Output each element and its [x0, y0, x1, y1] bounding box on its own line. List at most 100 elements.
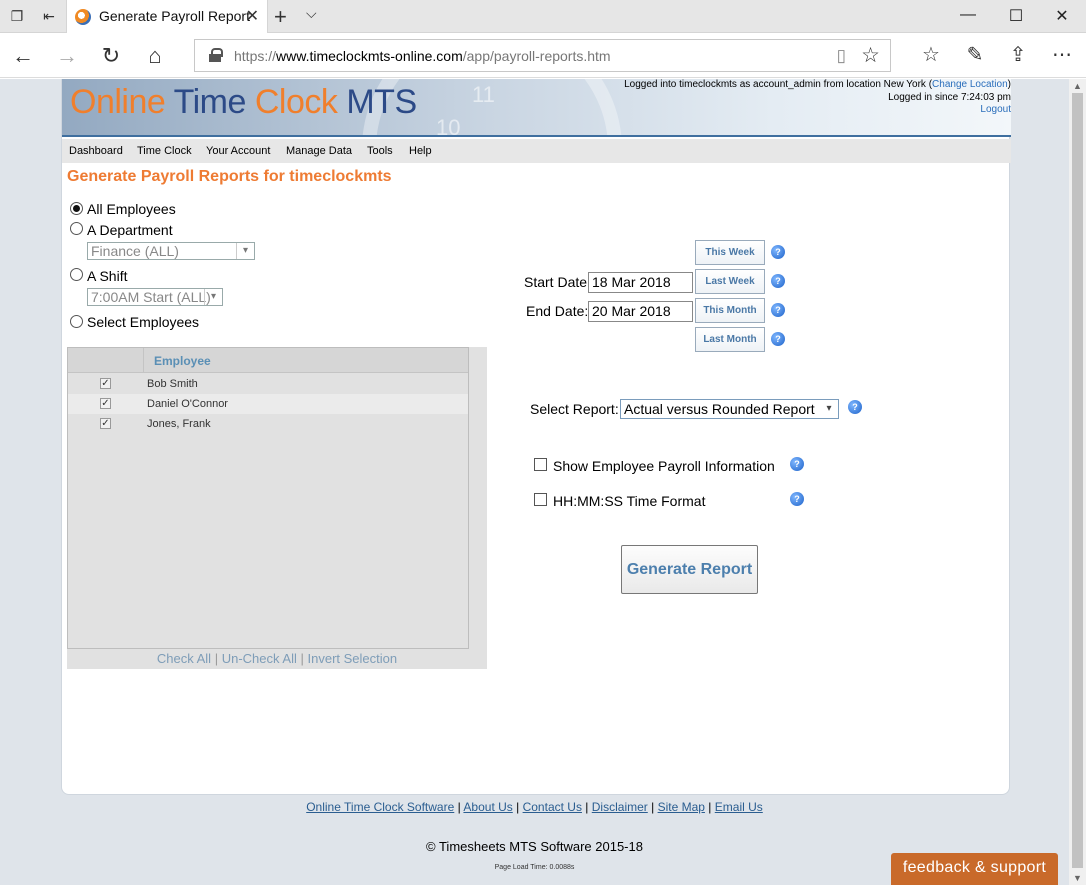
shift-select[interactable]: 7:00AM Start (ALL) ▾ — [87, 288, 223, 306]
site-logo[interactable]: Online Time Clock MTS — [70, 83, 417, 122]
radio-select-employees[interactable] — [70, 315, 83, 328]
footer-link-about[interactable]: About Us — [463, 800, 512, 814]
menu-dashboard[interactable]: Dashboard — [69, 145, 123, 157]
employee-name: Daniel O'Connor — [147, 398, 228, 410]
row-checkbox[interactable]: ✓ — [100, 378, 111, 389]
chevron-down-icon: ▾ — [826, 403, 832, 414]
uncheck-all-link[interactable]: Un-Check All — [222, 651, 297, 666]
department-select[interactable]: Finance (ALL) ▾ — [87, 242, 255, 260]
share-icon[interactable]: ⇪ — [1003, 42, 1033, 67]
employee-name: Jones, Frank — [147, 418, 211, 430]
row-checkbox[interactable]: ✓ — [100, 418, 111, 429]
tab-title: Generate Payroll Report — [99, 8, 250, 24]
reading-view-icon[interactable]: ▯ — [837, 46, 846, 66]
start-date-input[interactable]: 18 Mar 2018 — [588, 272, 693, 293]
site-favicon-icon — [75, 9, 91, 25]
employee-name: Bob Smith — [147, 378, 198, 390]
tab-close-icon[interactable]: ✕ — [246, 6, 259, 26]
label-select-employees: Select Employees — [87, 314, 200, 330]
page-title: Generate Payroll Reports for timeclockmt… — [67, 168, 392, 185]
favorites-hub-icon[interactable]: ☆ — [916, 42, 946, 67]
menu-your-account[interactable]: Your Account — [206, 145, 270, 157]
row-checkbox[interactable]: ✓ — [100, 398, 111, 409]
browser-address-bar: ← → ↻ ⌂ https://www.timeclockmts-online.… — [0, 33, 1086, 78]
end-date-input[interactable]: 20 Mar 2018 — [588, 301, 693, 322]
last-month-button[interactable]: Last Month — [695, 327, 765, 352]
start-date-label: Start Date: — [524, 274, 591, 290]
label-shift: A Shift — [87, 268, 128, 284]
help-icon[interactable]: ? — [771, 274, 785, 288]
url-text: https://www.timeclockmts-online.com/app/… — [234, 48, 611, 64]
refresh-icon[interactable]: ↻ — [96, 42, 126, 70]
menu-tools[interactable]: Tools — [367, 145, 393, 157]
web-notes-icon[interactable]: ✎ — [960, 42, 990, 67]
help-icon[interactable]: ? — [848, 400, 862, 414]
table-row[interactable]: ✓ Jones, Frank — [68, 414, 468, 434]
login-info: Logged into timeclockmts as account_admi… — [624, 79, 1011, 117]
radio-all-employees[interactable] — [70, 202, 83, 215]
help-icon[interactable]: ? — [771, 332, 785, 346]
footer-link-email[interactable]: Email Us — [715, 800, 763, 814]
report-select[interactable]: Actual versus Rounded Report ▾ — [620, 399, 839, 419]
home-icon[interactable]: ⌂ — [140, 42, 170, 70]
grid-header: Employee — [68, 348, 468, 373]
more-icon[interactable]: ⋯ — [1047, 42, 1077, 67]
this-month-button[interactable]: This Month — [695, 298, 765, 323]
this-week-button[interactable]: This Week — [695, 240, 765, 265]
browser-tab-bar: ❐ ⇤ Generate Payroll Report ✕ + ⌵ — ☐ ✕ — [0, 0, 1086, 33]
check-all-link[interactable]: Check All — [157, 651, 211, 666]
page-viewport: 11 10 Online Time Clock MTS Logged into … — [0, 79, 1069, 885]
footer-link-contact[interactable]: Contact Us — [523, 800, 582, 814]
footer-links: Online Time Clock Software | About Us | … — [306, 800, 763, 814]
grid-header-employee[interactable]: Employee — [154, 354, 211, 368]
browser-tab-active[interactable]: Generate Payroll Report ✕ — [66, 0, 268, 33]
label-department: A Department — [87, 222, 173, 238]
show-payroll-info-label: Show Employee Payroll Information — [553, 458, 775, 474]
forward-icon[interactable]: → — [52, 42, 82, 70]
menu-help[interactable]: Help — [409, 145, 432, 157]
employee-grid: Employee ✓ Bob Smith ✓ Daniel O'Connor ✓… — [67, 347, 469, 649]
footer-link-disclaimer[interactable]: Disclaimer — [592, 800, 648, 814]
invert-selection-link[interactable]: Invert Selection — [308, 651, 398, 666]
back-icon[interactable]: ← — [8, 42, 38, 70]
menu-time-clock[interactable]: Time Clock — [137, 145, 192, 157]
logout-link[interactable]: Logout — [624, 104, 1011, 117]
scrollbar-thumb[interactable] — [1072, 93, 1083, 868]
label-all-employees: All Employees — [87, 201, 176, 217]
generate-report-button[interactable]: Generate Report — [621, 545, 758, 594]
copyright: © Timesheets MTS Software 2015-18 — [426, 839, 643, 854]
feedback-support-button[interactable]: feedback & support — [891, 853, 1058, 885]
table-row[interactable]: ✓ Daniel O'Connor — [68, 394, 468, 414]
show-payroll-info-checkbox[interactable] — [534, 458, 547, 471]
new-tab-icon[interactable]: + — [274, 4, 287, 30]
favorite-star-icon[interactable]: ☆ — [861, 43, 880, 68]
window-close-icon[interactable]: ✕ — [1052, 6, 1072, 26]
menu-manage-data[interactable]: Manage Data — [286, 145, 352, 157]
help-icon[interactable]: ? — [771, 245, 785, 259]
footer-link-software[interactable]: Online Time Clock Software — [306, 800, 454, 814]
scroll-down-icon[interactable]: ▼ — [1073, 873, 1082, 883]
maximize-icon[interactable]: ☐ — [1006, 6, 1026, 26]
employee-grid-panel: Employee ✓ Bob Smith ✓ Daniel O'Connor ✓… — [67, 347, 487, 669]
set-tabs-aside-icon[interactable]: ⇤ — [40, 8, 58, 24]
table-row[interactable]: ✓ Bob Smith — [68, 374, 468, 394]
help-icon[interactable]: ? — [771, 303, 785, 317]
radio-shift[interactable] — [70, 268, 83, 281]
scroll-up-icon[interactable]: ▲ — [1073, 81, 1082, 91]
last-week-button[interactable]: Last Week — [695, 269, 765, 294]
help-icon[interactable]: ? — [790, 492, 804, 506]
hhmmss-format-checkbox[interactable] — [534, 493, 547, 506]
chevron-down-icon: ▾ — [204, 289, 222, 305]
lock-icon — [209, 48, 223, 62]
vertical-scrollbar[interactable]: ▲ ▼ — [1069, 79, 1086, 885]
tab-list-chevron-icon[interactable]: ⌵ — [306, 5, 317, 22]
minimize-icon[interactable]: — — [958, 6, 978, 24]
change-location-link[interactable]: Change Location — [932, 79, 1008, 90]
tab-actions-icon[interactable]: ❐ — [8, 8, 26, 24]
radio-department[interactable] — [70, 222, 83, 235]
help-icon[interactable]: ? — [790, 457, 804, 471]
end-date-label: End Date: — [526, 303, 589, 319]
header-banner: 11 10 Online Time Clock MTS Logged into … — [62, 79, 1011, 137]
footer-link-sitemap[interactable]: Site Map — [658, 800, 705, 814]
url-field[interactable]: https://www.timeclockmts-online.com/app/… — [194, 39, 891, 72]
